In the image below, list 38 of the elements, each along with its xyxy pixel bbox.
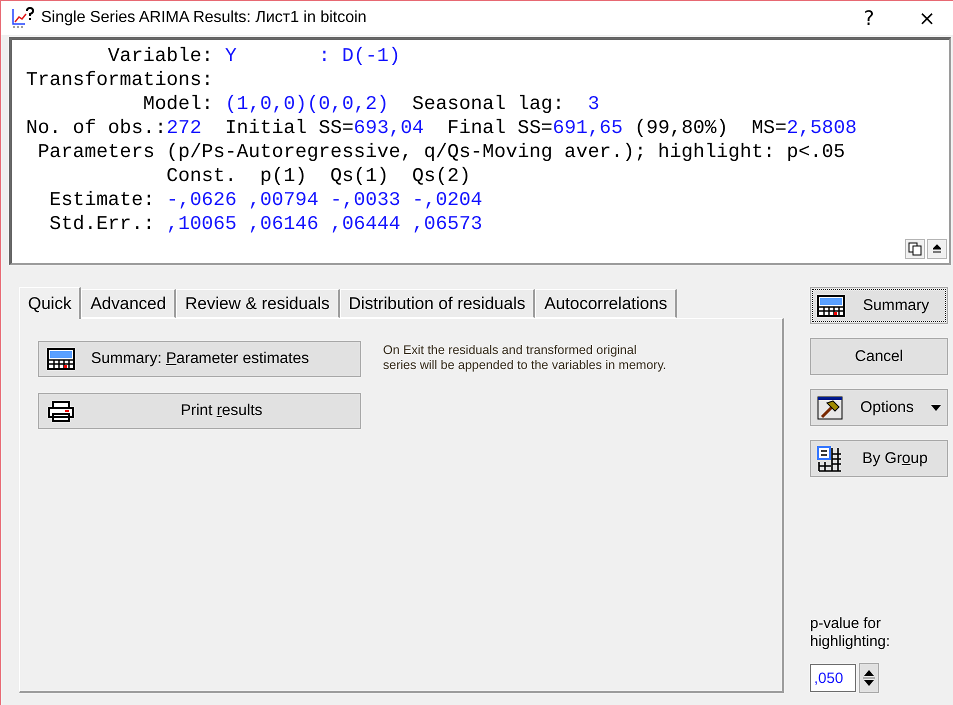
output-line: No. of obs.:272 Initial SS=693,04 Final SS=691,65 (99,80%) MS=2,5808 [26,116,858,140]
cancel-button[interactable]: Cancel [810,338,948,375]
output-line: Std.Err.: ,10065 ,06146 ,06444 ,06573 [48,212,484,236]
spreadsheet-icon [47,348,75,370]
collapse-button[interactable] [927,239,947,259]
output-line: Parameters (p/Ps-Autoregressive, q/Qs-Moving aver.); highlight: p<.05 [36,140,846,164]
up-down-icon [863,668,875,688]
printer-icon [47,400,75,422]
output-line: Variable: Y : D(-1) [106,44,402,68]
close-button[interactable]: × [901,1,953,35]
spreadsheet-icon [817,294,845,316]
options-button[interactable]: Options [810,389,948,426]
output-line: Model: (1,0,0)(0,0,2) Seasonal lag: 3 [142,92,600,116]
output-line: Const. p(1) Qs(1) Qs(2) [165,164,472,188]
chart-icon [11,7,35,29]
copy-button[interactable] [905,239,925,259]
tab[interactable]: Quick [19,287,82,319]
group-button[interactable]: By Group [810,440,948,477]
info-text: On Exit the residuals and transformed original series will be appended to the variables in memory. [383,343,668,374]
arrow-up-icon [933,244,941,254]
caret-icon [931,404,941,410]
hammer-icon [817,396,843,420]
print-button[interactable]: Print results [38,393,361,429]
summary-button[interactable]: Summary [810,287,948,324]
spin-button[interactable] [859,663,879,693]
p-value-field[interactable]: ,050 [810,664,856,692]
tab[interactable]: Advanced [81,289,176,318]
summary-button[interactable]: Summary: Parameter estimates [38,341,361,377]
tab[interactable]: Review & residuals [176,289,340,318]
field-label: p-value for highlighting: [810,615,892,651]
tab[interactable]: Distribution of residuals [340,289,536,318]
help-button[interactable]: ? [843,1,895,35]
tab[interactable]: Autocorrelations [535,289,678,318]
copy-icon [908,242,922,256]
output-line: Transformations: [26,68,214,92]
group-table-icon [817,446,843,472]
output-line: Estimate: -,0626 ,00794 -,0033 -,0204 [48,188,484,212]
window-title: Single Series ARIMA Results: Лист1 in bitcoin [41,9,368,27]
